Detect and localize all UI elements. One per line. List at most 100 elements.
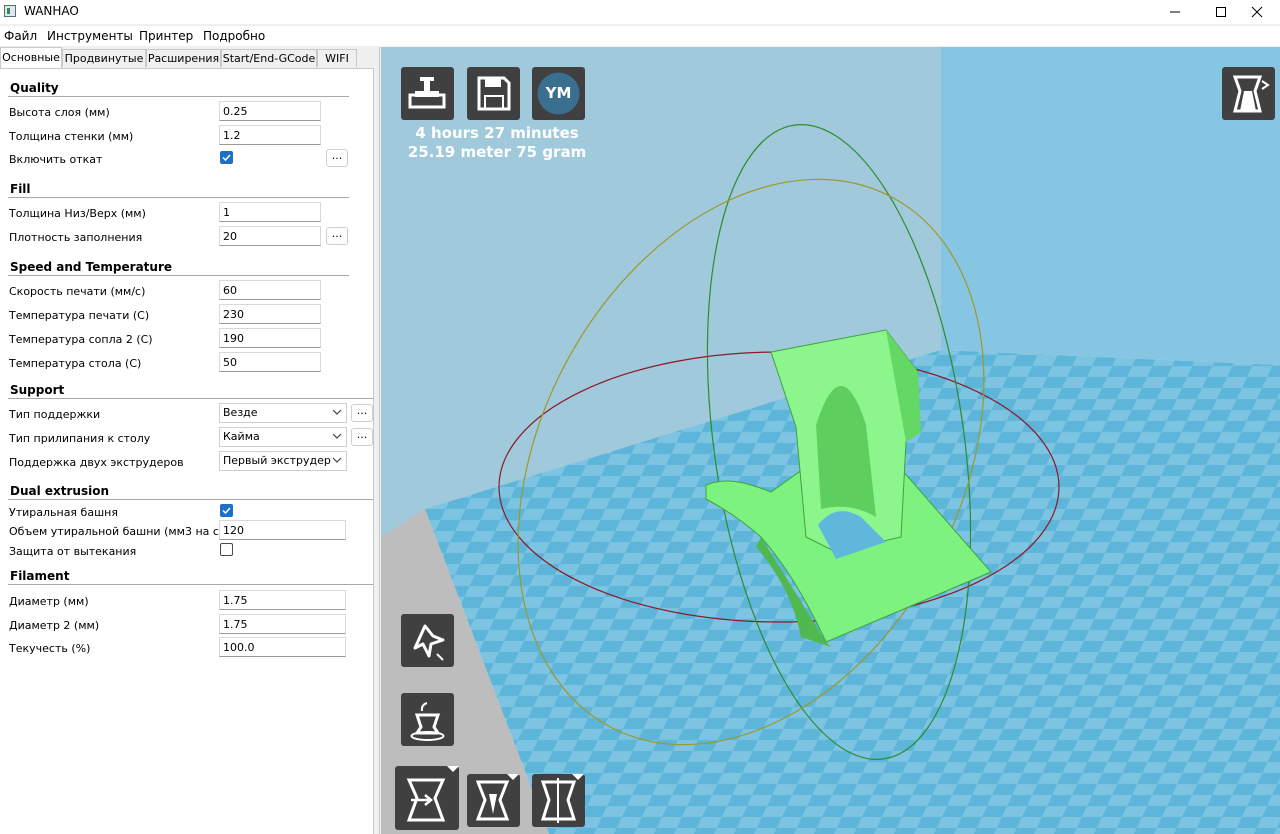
support-type-value: Везде bbox=[223, 406, 258, 419]
mirror-x-icon bbox=[475, 774, 519, 821]
bed-temperature-input[interactable] bbox=[219, 352, 321, 372]
ym-button[interactable]: YM bbox=[532, 67, 585, 120]
section-filament-title: Filament bbox=[10, 569, 70, 583]
checkmark-icon bbox=[222, 507, 231, 515]
print-time: 4 hours 27 minutes bbox=[415, 124, 579, 142]
divider bbox=[8, 197, 349, 198]
load-model-button[interactable] bbox=[401, 67, 454, 120]
lay-flat-icon bbox=[410, 702, 445, 741]
settings-panel: Основные Продвинутые Расширения Start/En… bbox=[0, 47, 380, 834]
bottom-top-thickness-input[interactable] bbox=[219, 202, 321, 222]
minimize-button[interactable] bbox=[1152, 0, 1198, 24]
3d-viewport[interactable]: YM 4 hours 27 minutes 25.19 meter 75 gra… bbox=[381, 47, 1280, 834]
scale-tool-button[interactable] bbox=[395, 766, 459, 830]
support-type-label: Тип поддержки bbox=[9, 408, 101, 421]
divider bbox=[8, 499, 373, 500]
nozzle2-temperature-input[interactable] bbox=[219, 328, 321, 348]
mirror-x-button[interactable] bbox=[467, 774, 520, 827]
bottom-top-thickness-label: Толщина Низ/Верх (мм) bbox=[9, 207, 146, 220]
section-fill-title: Fill bbox=[10, 182, 31, 196]
fill-more-button[interactable]: ... bbox=[326, 227, 348, 245]
checkmark-icon bbox=[222, 154, 231, 162]
chevron-down-icon bbox=[332, 457, 342, 463]
diameter2-input[interactable] bbox=[219, 614, 346, 634]
adhesion-type-select[interactable]: Кайма bbox=[219, 427, 347, 447]
load-model-icon bbox=[408, 77, 446, 109]
rotate-tool-button[interactable] bbox=[401, 614, 454, 667]
flow-input[interactable] bbox=[219, 637, 346, 657]
lay-flat-button[interactable] bbox=[401, 693, 454, 746]
print-temperature-input[interactable] bbox=[219, 304, 321, 324]
scene bbox=[381, 47, 1280, 834]
dual-support-label: Поддержка двух экструдеров bbox=[9, 456, 184, 469]
save-icon bbox=[477, 76, 511, 111]
menu-bar: Файл Инструменты Принтер Подробно bbox=[0, 26, 1280, 46]
title-bar: WANHAO bbox=[0, 0, 1280, 24]
menu-file[interactable]: Файл bbox=[4, 29, 37, 43]
rotate-icon bbox=[413, 624, 445, 661]
tab-advanced[interactable]: Продвинутые bbox=[62, 49, 146, 67]
retraction-checkbox[interactable] bbox=[220, 151, 233, 164]
diameter2-label: Диаметр 2 (мм) bbox=[9, 619, 100, 632]
layer-height-input[interactable] bbox=[219, 101, 321, 121]
section-speed-title: Speed and Temperature bbox=[10, 260, 172, 274]
menu-tools[interactable]: Инструменты bbox=[47, 29, 133, 43]
tab-basic[interactable]: Основные bbox=[0, 47, 62, 68]
scale-icon bbox=[406, 766, 459, 822]
dual-support-select[interactable]: Первый экструдер bbox=[219, 451, 347, 471]
chevron-down-icon bbox=[332, 433, 342, 439]
retraction-more-button[interactable]: ... bbox=[326, 149, 348, 167]
dual-support-value: Первый экструдер bbox=[223, 454, 331, 467]
adhesion-more-button[interactable]: ... bbox=[351, 428, 373, 446]
fill-density-input[interactable] bbox=[219, 226, 321, 246]
retraction-label: Включить откат bbox=[9, 153, 103, 166]
wipe-tower-label: Утиральная башня bbox=[9, 506, 118, 519]
chevron-down-icon bbox=[332, 409, 342, 415]
basic-settings-page: Quality Высота слоя (мм) Толщина стенки … bbox=[0, 68, 374, 834]
wipe-tower-volume-label: Объем утиральной башни (мм3 на слой) bbox=[9, 525, 245, 538]
minimize-icon bbox=[1170, 11, 1180, 13]
ooze-shield-label: Защита от вытекания bbox=[9, 545, 137, 558]
mirror-y-button[interactable] bbox=[532, 774, 585, 827]
ym-label: YM bbox=[545, 84, 572, 102]
wipe-tower-checkbox[interactable] bbox=[220, 504, 233, 517]
diameter-label: Диаметр (мм) bbox=[9, 595, 89, 608]
shell-thickness-input[interactable] bbox=[219, 125, 321, 145]
close-icon bbox=[1251, 6, 1263, 18]
view-mode-button[interactable] bbox=[1222, 67, 1275, 120]
wipe-tower-volume-input[interactable] bbox=[219, 520, 346, 540]
fill-density-label: Плотность заполнения bbox=[9, 231, 143, 244]
support-type-select[interactable]: Везде bbox=[219, 403, 347, 423]
close-button[interactable] bbox=[1234, 0, 1280, 24]
section-quality-title: Quality bbox=[10, 81, 59, 95]
support-type-more-button[interactable]: ... bbox=[351, 404, 373, 422]
menu-details[interactable]: Подробно bbox=[203, 29, 265, 43]
divider bbox=[8, 398, 373, 399]
tab-plugins[interactable]: Расширения bbox=[146, 49, 221, 67]
section-dual-title: Dual extrusion bbox=[10, 484, 110, 498]
layer-height-label: Высота слоя (мм) bbox=[9, 106, 110, 119]
save-gcode-button[interactable] bbox=[467, 67, 520, 120]
shell-thickness-label: Толщина стенки (мм) bbox=[9, 130, 134, 143]
app-icon bbox=[4, 5, 16, 17]
divider bbox=[8, 584, 373, 585]
maximize-icon bbox=[1216, 7, 1226, 17]
material-usage: 25.19 meter 75 gram bbox=[407, 143, 587, 161]
diameter-input[interactable] bbox=[219, 590, 346, 610]
mirror-y-icon bbox=[540, 774, 584, 823]
tab-wifi[interactable]: WIFI bbox=[317, 49, 357, 67]
bed-temperature-label: Температура стола (С) bbox=[9, 357, 142, 370]
window-title: WANHAO bbox=[24, 4, 79, 18]
nozzle2-temperature-label: Температура сопла 2 (С) bbox=[9, 333, 153, 346]
view-mode-icon bbox=[1232, 75, 1270, 113]
adhesion-type-label: Тип прилипания к столу bbox=[9, 432, 151, 445]
print-speed-label: Скорость печати (мм/с) bbox=[9, 285, 146, 298]
print-speed-input[interactable] bbox=[219, 280, 321, 300]
tab-start-end-gcode[interactable]: Start/End-GCode bbox=[221, 49, 317, 67]
section-support-title: Support bbox=[10, 383, 65, 397]
divider bbox=[8, 96, 349, 97]
flow-label: Текучесть (%) bbox=[9, 642, 91, 655]
print-temperature-label: Температура печати (С) bbox=[9, 309, 150, 322]
menu-printer[interactable]: Принтер bbox=[139, 29, 193, 43]
ooze-shield-checkbox[interactable] bbox=[220, 543, 233, 556]
